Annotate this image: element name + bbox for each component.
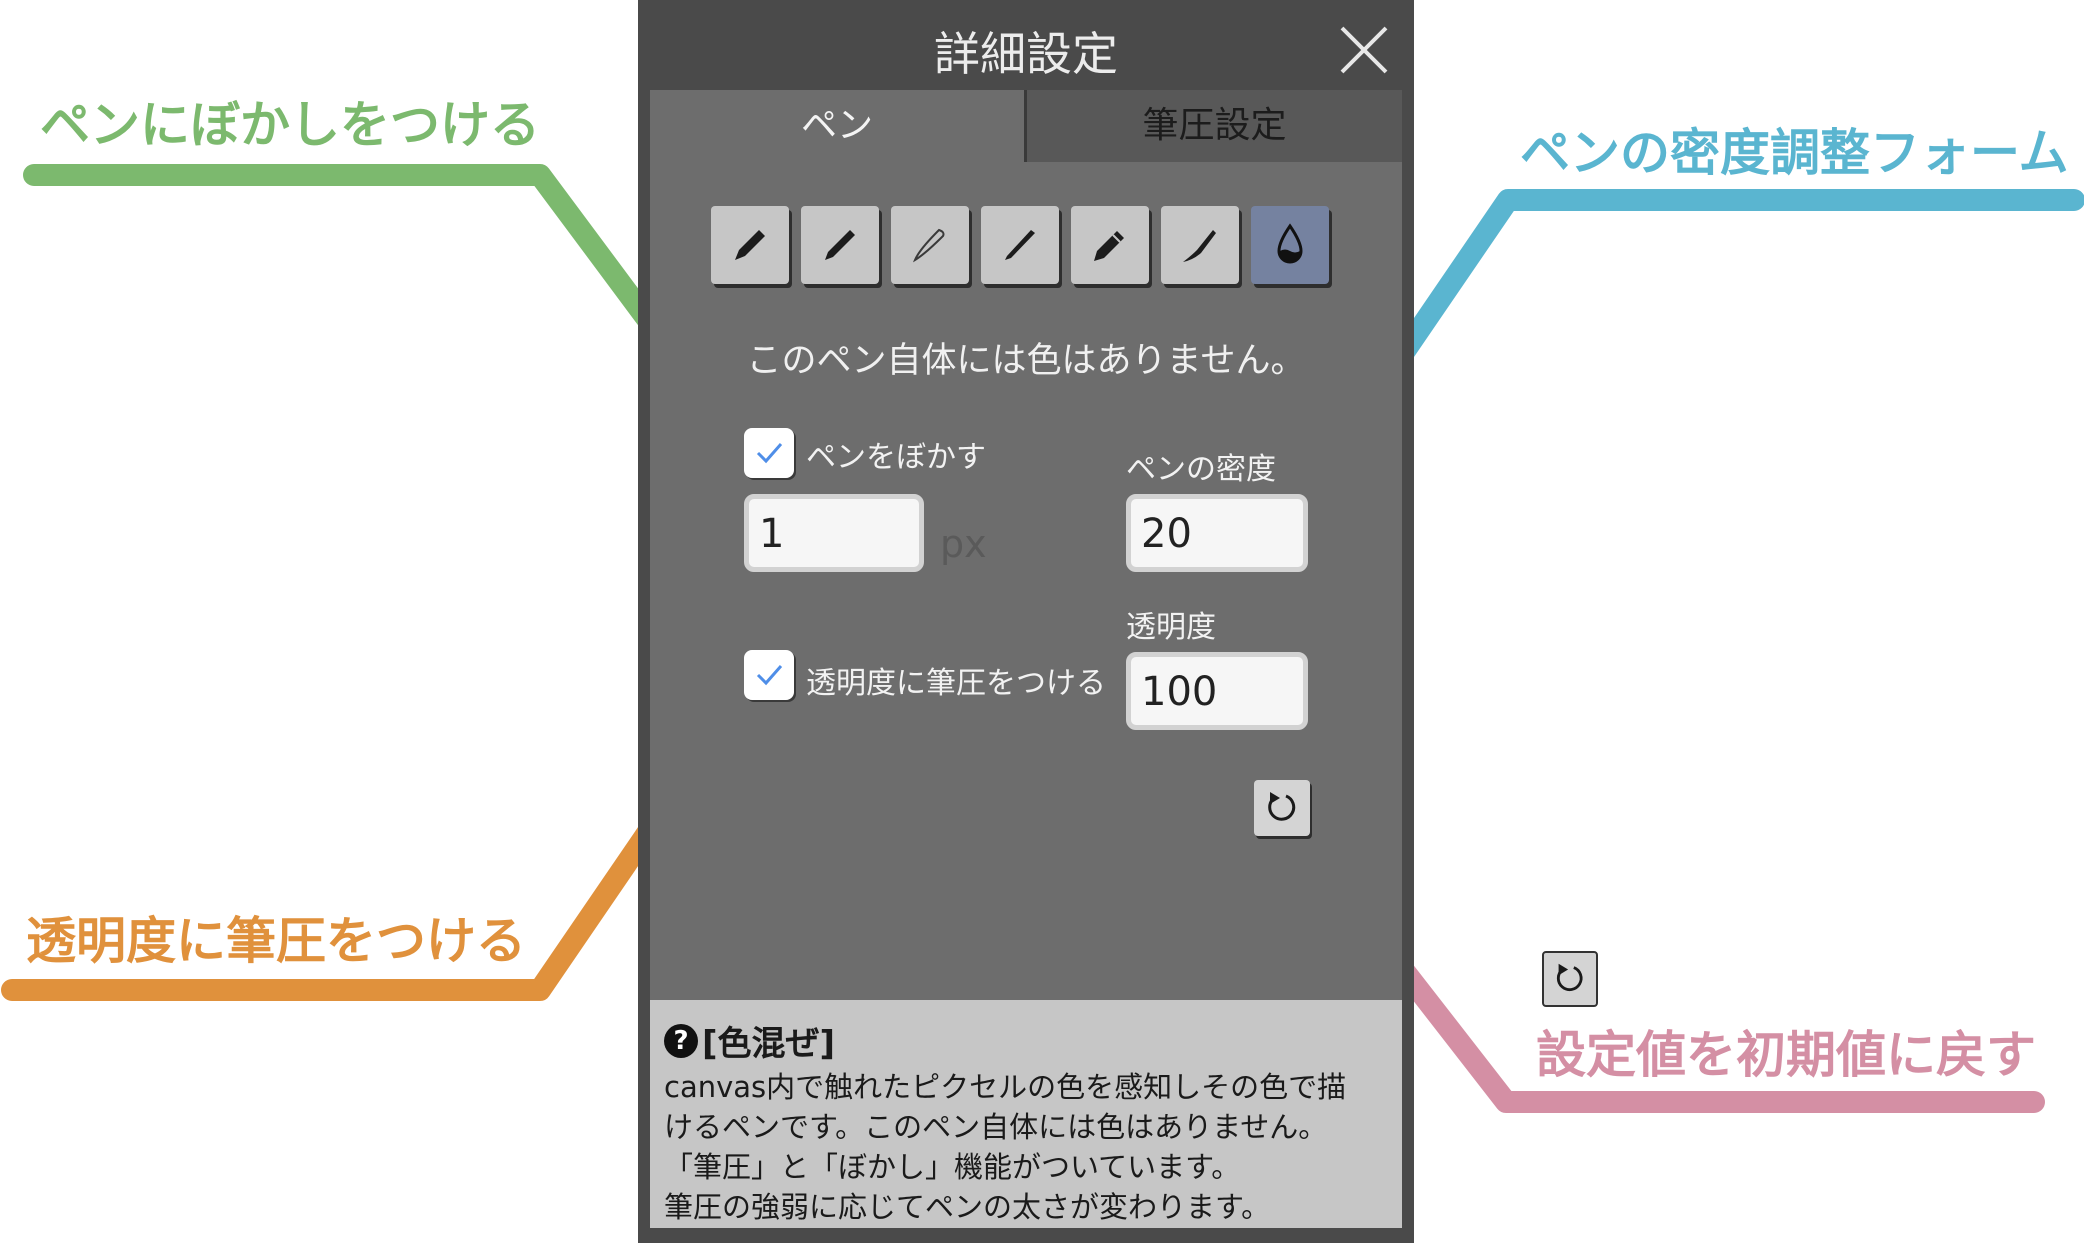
checkmark-icon	[756, 443, 783, 464]
pen-tab-content: このペン自体には色はありません。 ペンをぼかす 1 px ペンの密度 20 透明…	[650, 162, 1402, 1000]
reset-icon	[1556, 963, 1583, 992]
pen-tool-6[interactable]	[1161, 206, 1239, 284]
blur-size-input[interactable]: 1	[744, 494, 924, 572]
opacity-pressure-annotation: 透明度に筆圧をつける	[26, 912, 526, 970]
reset-legend-button	[1542, 951, 1598, 1007]
pen-tool-1[interactable]	[711, 206, 789, 284]
pen-tool-5[interactable]	[1071, 206, 1149, 284]
pen-tool-2[interactable]	[801, 206, 879, 284]
pen-tool-color-mix[interactable]	[1251, 206, 1329, 284]
density-leader-line	[1309, 189, 2084, 486]
opacity-label: 透明度	[1126, 610, 1216, 645]
pen-tool-4[interactable]	[981, 206, 1059, 284]
opacity-pressure-label: 透明度に筆圧をつける	[806, 666, 1106, 701]
fine-brush-icon	[1005, 230, 1035, 260]
help-line: 「筆圧」と「ぼかし」機能がついています。	[664, 1150, 1241, 1184]
close-icon[interactable]	[1338, 24, 1390, 76]
detail-settings-dialog: 詳細設定 ペン 筆圧設定 このペン自体には色はありません。 ペンをぼかす 1 p…	[638, 0, 1414, 1243]
marker-pen-icon	[825, 230, 855, 260]
density-input[interactable]: 20	[1126, 494, 1308, 572]
blur-label: ペンをぼかす	[806, 440, 986, 475]
reset-icon	[1268, 792, 1296, 821]
help-title-text: [色混ぜ]	[702, 1024, 836, 1064]
help-box: ? [色混ぜ] canvas内で触れたピクセルの色を感知しその色で描 けるペンで…	[650, 1000, 1402, 1228]
opacity-pressure-checkbox[interactable]	[744, 650, 794, 700]
density-label: ペンの密度	[1126, 452, 1276, 487]
help-line: 筆圧の強弱に応じてペンの太さが変わります。	[664, 1190, 1271, 1224]
help-title: ? [色混ぜ]	[664, 1016, 835, 1065]
tab-pressure-settings[interactable]: 筆圧設定	[1024, 90, 1402, 162]
blur-unit: px	[940, 522, 987, 566]
no-color-notice: このペン自体には色はありません。	[746, 341, 1306, 381]
blur-leader-line	[23, 164, 737, 436]
reset-button[interactable]	[1254, 780, 1310, 836]
density-annotation: ペンの密度調整フォーム	[1520, 124, 2069, 182]
pencil-icon	[1094, 231, 1124, 261]
reset-annotation: 設定値を初期値に戻す	[1536, 1026, 2036, 1084]
opacity-input[interactable]: 100	[1126, 652, 1308, 730]
question-icon: ?	[664, 1023, 698, 1058]
outline-brush-icon	[912, 228, 945, 263]
blur-annotation: ペンにぼかしをつける	[40, 96, 540, 154]
water-drop-icon	[1277, 223, 1303, 264]
blur-checkbox[interactable]	[744, 428, 794, 478]
tab-pen[interactable]: ペン	[650, 90, 1024, 162]
pen-tool-3[interactable]	[891, 206, 969, 284]
pen-tool-bar	[711, 206, 1351, 286]
checkmark-icon	[756, 665, 783, 686]
help-line: canvas内で触れたピクセルの色を感知しその色で描	[664, 1070, 1347, 1104]
calligraphy-brush-icon	[1183, 230, 1216, 262]
tab-bar: ペン 筆圧設定	[650, 90, 1402, 162]
marker-pen-icon	[735, 230, 765, 260]
dialog-title: 詳細設定	[934, 27, 1118, 81]
help-line: けるペンです。このペン自体には色はありません。	[664, 1110, 1328, 1144]
